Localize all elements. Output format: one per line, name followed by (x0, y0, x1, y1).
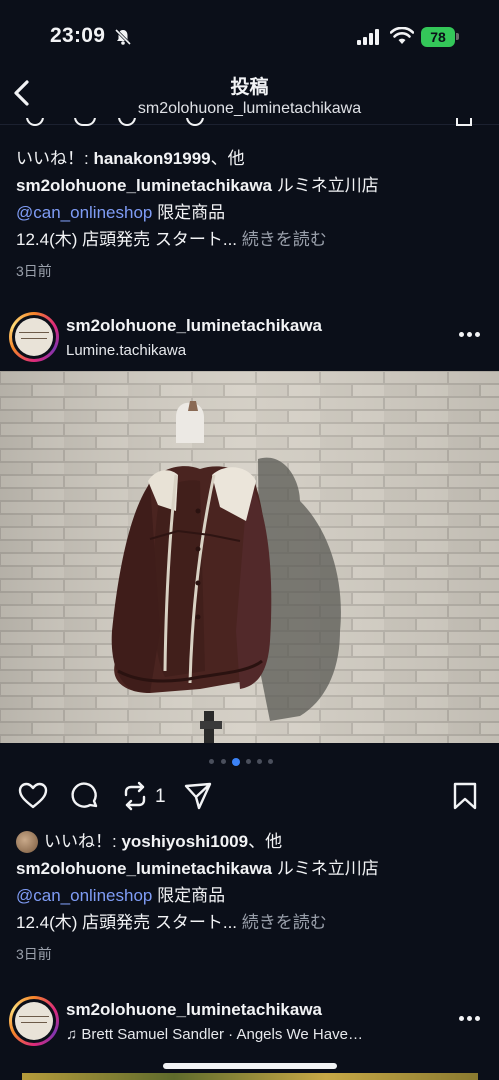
liker-avatar (16, 831, 38, 853)
read-more-link[interactable]: 続きを読む (242, 913, 327, 932)
carousel-dot (221, 759, 226, 764)
next-post-image-edge[interactable] (22, 1073, 478, 1080)
post-header: sm2olohuone_luminetachikawa Lumine.tachi… (0, 312, 499, 372)
post-photo-jacket-on-mannequin (0, 371, 499, 743)
page-title: 投稿 (230, 77, 269, 98)
caption-line-1: sm2olohuone_luminetachikawa ルミネ立川店 (16, 176, 379, 195)
avatar (15, 318, 53, 356)
music-note-icon: ♫ (66, 1026, 82, 1043)
read-more-link[interactable]: 続きを読む (242, 230, 327, 249)
battery-indicator: 78 (421, 27, 455, 47)
save-bookmark-icon[interactable] (449, 780, 481, 812)
post-music[interactable]: ♫ Brett Samuel Sandler · Angels We Have… (66, 1026, 363, 1043)
save-icon-partial (456, 118, 472, 126)
caption-author[interactable]: sm2olohuone_luminetachikawa (16, 859, 272, 878)
wifi-icon (390, 27, 414, 44)
post-timestamp: 3日前 (16, 946, 52, 962)
post-username[interactable]: sm2olohuone_luminetachikawa (66, 316, 322, 336)
music-track: Brett Samuel Sandler · Angels We Have… (81, 1026, 363, 1043)
liker-username[interactable]: hanakon91999 (93, 149, 210, 168)
nav-header: 投稿 sm2olohuone_luminetachikawa (0, 62, 499, 124)
caption-line-2: @can_onlineshop 限定商品 (16, 203, 226, 222)
status-bar: 23:09 78 (0, 0, 499, 62)
more-options-icon[interactable] (459, 1016, 481, 1022)
post-image[interactable] (0, 371, 499, 743)
repost-icon-partial (118, 118, 136, 126)
comment-icon-partial (74, 118, 96, 126)
post-location[interactable]: Lumine.tachikawa (66, 342, 186, 359)
carousel-dot-active (232, 758, 240, 766)
carousel-dot (268, 759, 273, 764)
likes-line[interactable]: いいね！: yoshiyoshi1009、他 (44, 829, 282, 855)
avatar-story-ring[interactable] (9, 996, 59, 1046)
mention-link[interactable]: @can_onlineshop (16, 203, 152, 222)
avatar (15, 1002, 53, 1040)
caption-line-3: 12.4(木) 店頭発売 スタート... 続きを読む (16, 230, 327, 249)
heart-icon-partial (26, 118, 44, 126)
repost-count: 1 (155, 786, 166, 807)
likes-line[interactable]: いいね！: hanakon91999、他 (16, 146, 245, 172)
next-post-header: sm2olohuone_luminetachikawa ♫ Brett Samu… (0, 996, 499, 1056)
share-icon-partial (186, 118, 204, 126)
comment-icon[interactable] (69, 780, 101, 812)
share-icon[interactable] (182, 780, 214, 812)
battery-level: 78 (430, 29, 446, 45)
more-options-icon[interactable] (459, 332, 481, 338)
home-indicator[interactable] (163, 1063, 337, 1069)
caption-line-2: @can_onlineshop 限定商品 (16, 886, 226, 905)
caption-author[interactable]: sm2olohuone_luminetachikawa (16, 176, 272, 195)
avatar-story-ring[interactable] (9, 312, 59, 362)
post-username[interactable]: sm2olohuone_luminetachikawa (66, 1000, 322, 1020)
mention-link[interactable]: @can_onlineshop (16, 886, 152, 905)
heart-icon[interactable] (17, 780, 49, 812)
carousel-dot (209, 759, 214, 764)
battery-tip (456, 33, 459, 40)
post-timestamp: 3日前 (16, 263, 52, 279)
caption-line-3: 12.4(木) 店頭発売 スタート... 続きを読む (16, 913, 327, 932)
liker-username[interactable]: yoshiyoshi1009 (121, 832, 248, 851)
page-subtitle[interactable]: sm2olohuone_luminetachikawa (0, 100, 499, 118)
post-action-bar: 1 (0, 780, 499, 816)
repost-icon[interactable] (119, 780, 151, 812)
carousel-dot (246, 759, 251, 764)
status-time: 23:09 (50, 24, 106, 47)
carousel-indicator (209, 758, 289, 766)
carousel-dot (257, 759, 262, 764)
caption-line-1: sm2olohuone_luminetachikawa ルミネ立川店 (16, 859, 379, 878)
bell-slash-icon (114, 28, 132, 46)
cellular-signal-icon (357, 29, 379, 45)
previous-post-action-icons (0, 118, 499, 132)
